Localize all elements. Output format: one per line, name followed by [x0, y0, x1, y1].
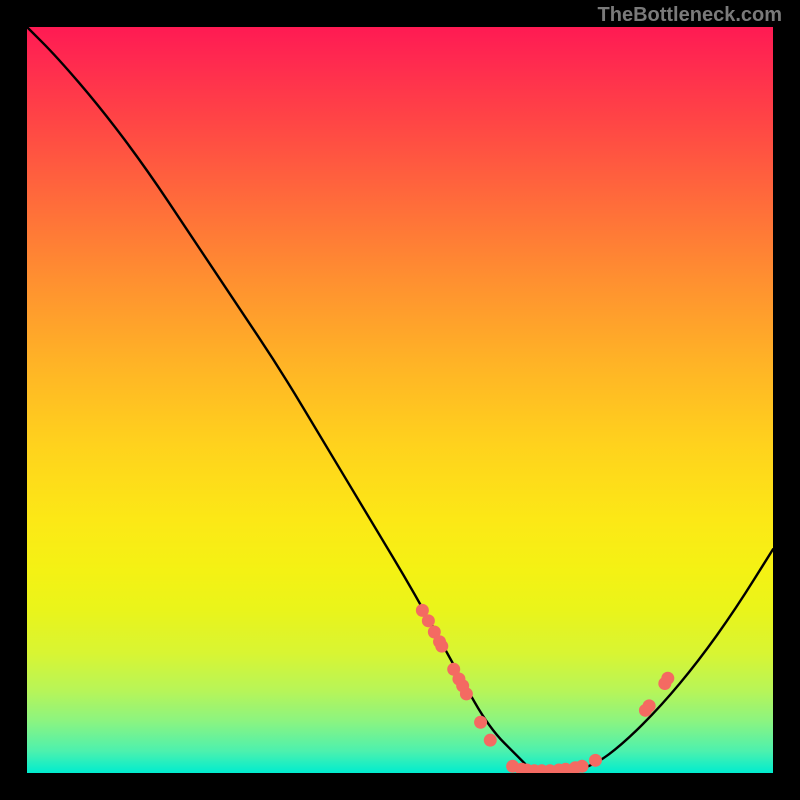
data-marker	[460, 687, 473, 700]
data-marker	[643, 699, 656, 712]
chart-plot-area	[27, 27, 773, 773]
attribution-text: TheBottleneck.com	[598, 4, 782, 27]
data-marker	[474, 716, 487, 729]
data-marker	[435, 640, 448, 653]
data-marker	[422, 614, 435, 627]
chart-markers	[416, 604, 674, 773]
data-marker	[576, 760, 589, 773]
chart-curve	[27, 27, 773, 773]
data-marker	[661, 672, 674, 685]
chart-svg	[27, 27, 773, 773]
data-marker	[589, 754, 602, 767]
data-marker	[484, 734, 497, 747]
